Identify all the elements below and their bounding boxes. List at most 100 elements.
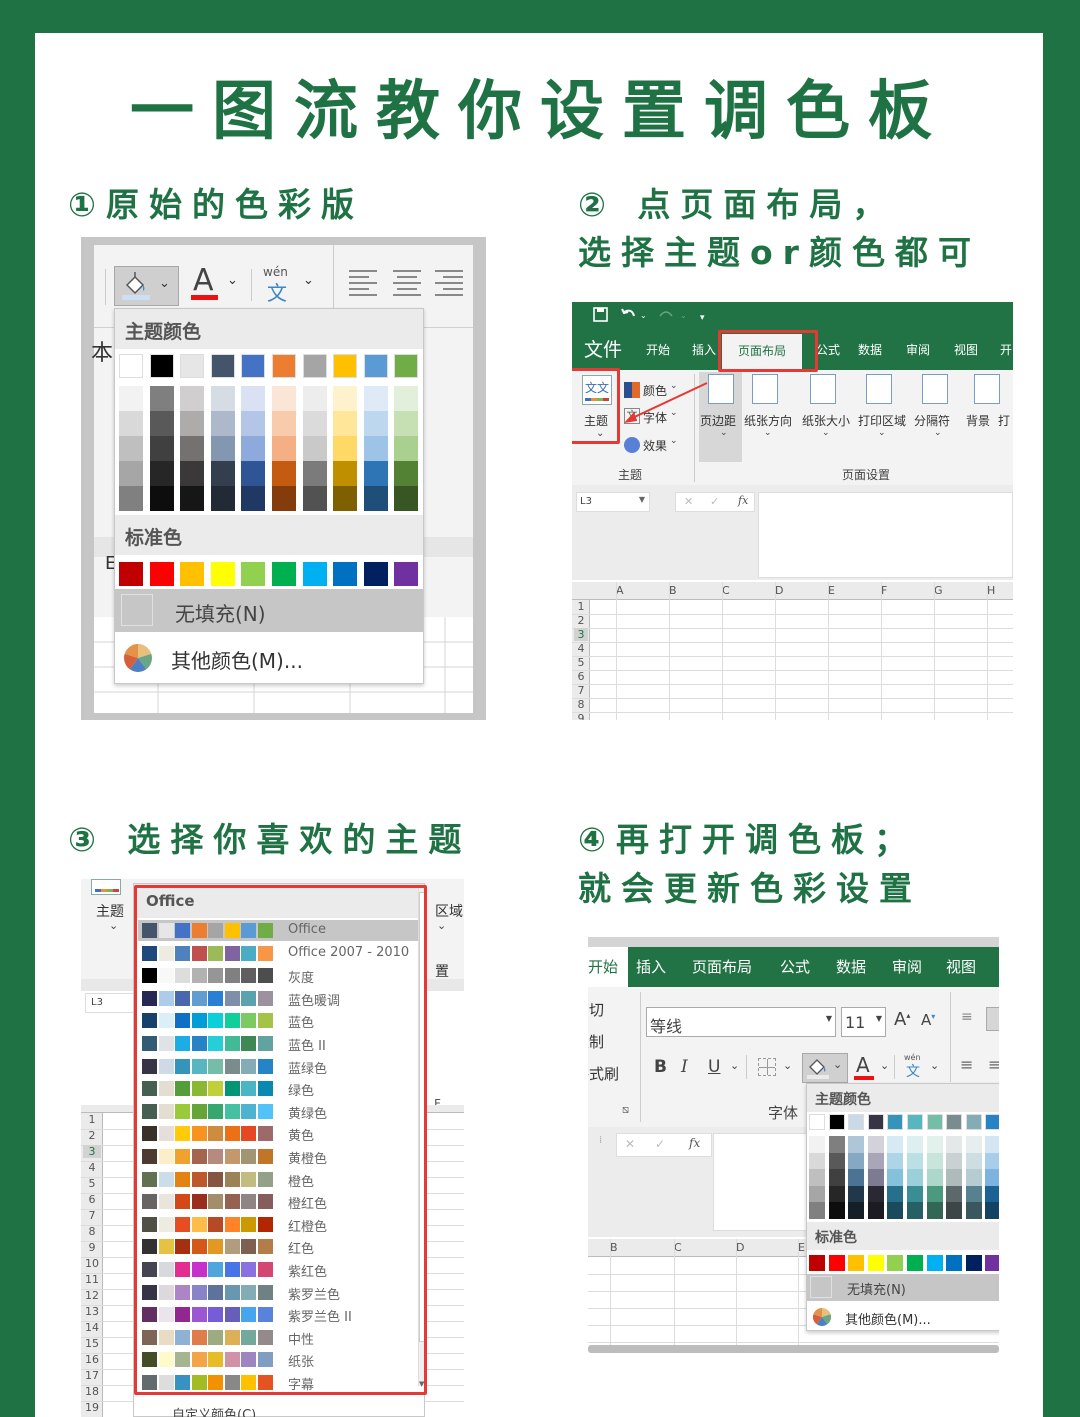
color-swatch[interactable]	[985, 1169, 999, 1186]
tab-6[interactable]: 视图	[946, 947, 976, 987]
color-swatch[interactable]	[180, 461, 205, 486]
color-swatch[interactable]	[867, 1114, 884, 1130]
color-swatch[interactable]	[149, 461, 174, 486]
color-swatch[interactable]	[926, 1185, 943, 1203]
standard-color-swatch[interactable]	[363, 562, 388, 586]
shrink-font-button[interactable]: A▾	[921, 1011, 935, 1029]
chevron-down-icon[interactable]: ⌄	[720, 428, 728, 438]
color-swatch[interactable]	[210, 486, 235, 511]
color-swatch[interactable]	[119, 436, 143, 461]
color-swatch[interactable]	[828, 1136, 845, 1153]
function-icon[interactable]: fx	[738, 494, 748, 507]
row-header[interactable]: 3	[83, 1145, 101, 1158]
tab-1[interactable]: 开始	[646, 330, 670, 370]
color-swatch[interactable]	[180, 411, 205, 436]
color-swatch[interactable]	[302, 436, 327, 461]
color-swatch[interactable]	[119, 386, 143, 411]
color-swatch[interactable]	[848, 1185, 865, 1203]
color-swatch[interactable]	[363, 411, 388, 436]
color-swatch[interactable]	[926, 1202, 943, 1219]
formula-input[interactable]	[713, 1133, 813, 1231]
enter-icon[interactable]: ✓	[655, 1137, 665, 1151]
color-swatch[interactable]	[333, 486, 358, 511]
tab-5[interactable]: 审阅	[892, 947, 922, 987]
column-header[interactable]: H	[987, 584, 995, 597]
color-swatch[interactable]	[210, 411, 235, 436]
color-swatch[interactable]	[828, 1169, 845, 1186]
row-header[interactable]: 4	[83, 1161, 101, 1174]
color-swatch[interactable]	[828, 1202, 845, 1219]
color-swatch[interactable]	[907, 1136, 923, 1153]
tab-6[interactable]: 审阅	[906, 330, 930, 370]
horizontal-scrollbar[interactable]	[588, 1345, 999, 1353]
color-swatch[interactable]	[333, 354, 358, 378]
tab-1[interactable]: 插入	[636, 947, 666, 987]
color-swatch[interactable]	[848, 1152, 865, 1170]
color-swatch[interactable]	[210, 461, 235, 486]
chevron-down-icon[interactable]: ⌄	[822, 428, 830, 438]
color-swatch[interactable]	[809, 1152, 825, 1170]
color-swatch[interactable]	[887, 1169, 904, 1186]
row-header[interactable]: 17	[83, 1369, 101, 1382]
chevron-down-icon[interactable]: ⌄	[109, 919, 118, 932]
page-setup-button[interactable]: 纸张方向	[744, 412, 792, 429]
row-header[interactable]: 18	[83, 1385, 101, 1398]
column-header[interactable]: B	[610, 1241, 618, 1254]
row-header[interactable]: 9	[83, 1241, 101, 1254]
clipboard-item[interactable]: 剪切	[588, 999, 604, 1020]
color-swatch[interactable]	[985, 1114, 999, 1130]
color-swatch[interactable]	[946, 1114, 963, 1130]
color-swatch[interactable]	[828, 1152, 845, 1170]
standard-color-swatch[interactable]	[848, 1255, 865, 1271]
bold-button[interactable]: B	[654, 1057, 667, 1077]
page-setup-button[interactable]: 打印区域	[858, 412, 906, 429]
color-swatch[interactable]	[241, 461, 266, 486]
underline-button[interactable]: U	[708, 1057, 720, 1077]
standard-color-swatch[interactable]	[946, 1255, 963, 1271]
color-swatch[interactable]	[302, 411, 327, 436]
custom-colors-option[interactable]: 自定义颜色(C)...	[172, 1404, 269, 1417]
color-swatch[interactable]	[946, 1169, 963, 1186]
color-swatch[interactable]	[907, 1169, 923, 1186]
borders-button[interactable]	[758, 1058, 776, 1076]
color-swatch[interactable]	[867, 1152, 884, 1170]
row-header[interactable]: 6	[83, 1193, 101, 1206]
color-swatch[interactable]	[149, 486, 174, 511]
column-header[interactable]: D	[775, 584, 783, 597]
color-swatch[interactable]	[965, 1114, 982, 1130]
color-swatch[interactable]	[333, 436, 358, 461]
color-swatch[interactable]	[302, 354, 327, 378]
color-swatch[interactable]	[867, 1169, 884, 1186]
standard-color-swatch[interactable]	[272, 562, 296, 586]
name-box[interactable]: L3	[85, 993, 135, 1013]
tab-3[interactable]: 公式	[780, 947, 810, 987]
tab-4[interactable]: 公式	[816, 330, 840, 370]
color-swatch[interactable]	[180, 354, 205, 378]
standard-color-swatch[interactable]	[210, 562, 235, 586]
no-fill-option[interactable]: 无填充(N)	[115, 589, 423, 632]
color-swatch[interactable]	[272, 461, 296, 486]
color-swatch[interactable]	[907, 1185, 923, 1203]
color-swatch[interactable]	[363, 486, 388, 511]
function-icon[interactable]: fx	[689, 1136, 700, 1150]
standard-color-swatch[interactable]	[394, 562, 419, 586]
chevron-down-icon[interactable]: ⌄	[934, 428, 942, 438]
more-colors-option[interactable]: 其他颜色(M)...	[807, 1304, 999, 1330]
color-swatch[interactable]	[985, 1152, 999, 1170]
no-fill-option[interactable]: 无填充(N)	[807, 1274, 999, 1301]
phonetic-button[interactable]: wén 文	[904, 1053, 926, 1083]
color-swatch[interactable]	[394, 411, 419, 436]
column-header[interactable]: G	[934, 584, 943, 597]
row-header[interactable]: 12	[83, 1289, 101, 1302]
color-swatch[interactable]	[887, 1114, 904, 1130]
standard-color-swatch[interactable]	[828, 1255, 845, 1271]
formula-input[interactable]	[758, 492, 1013, 578]
standard-color-swatch[interactable]	[809, 1255, 825, 1271]
color-swatch[interactable]	[241, 436, 266, 461]
color-swatch[interactable]	[302, 461, 327, 486]
standard-color-swatch[interactable]	[907, 1255, 923, 1271]
row-header[interactable]: 13	[83, 1305, 101, 1318]
color-swatch[interactable]	[848, 1202, 865, 1219]
align-middle-icon[interactable]	[986, 1007, 999, 1031]
row-header[interactable]: 6	[574, 670, 588, 683]
